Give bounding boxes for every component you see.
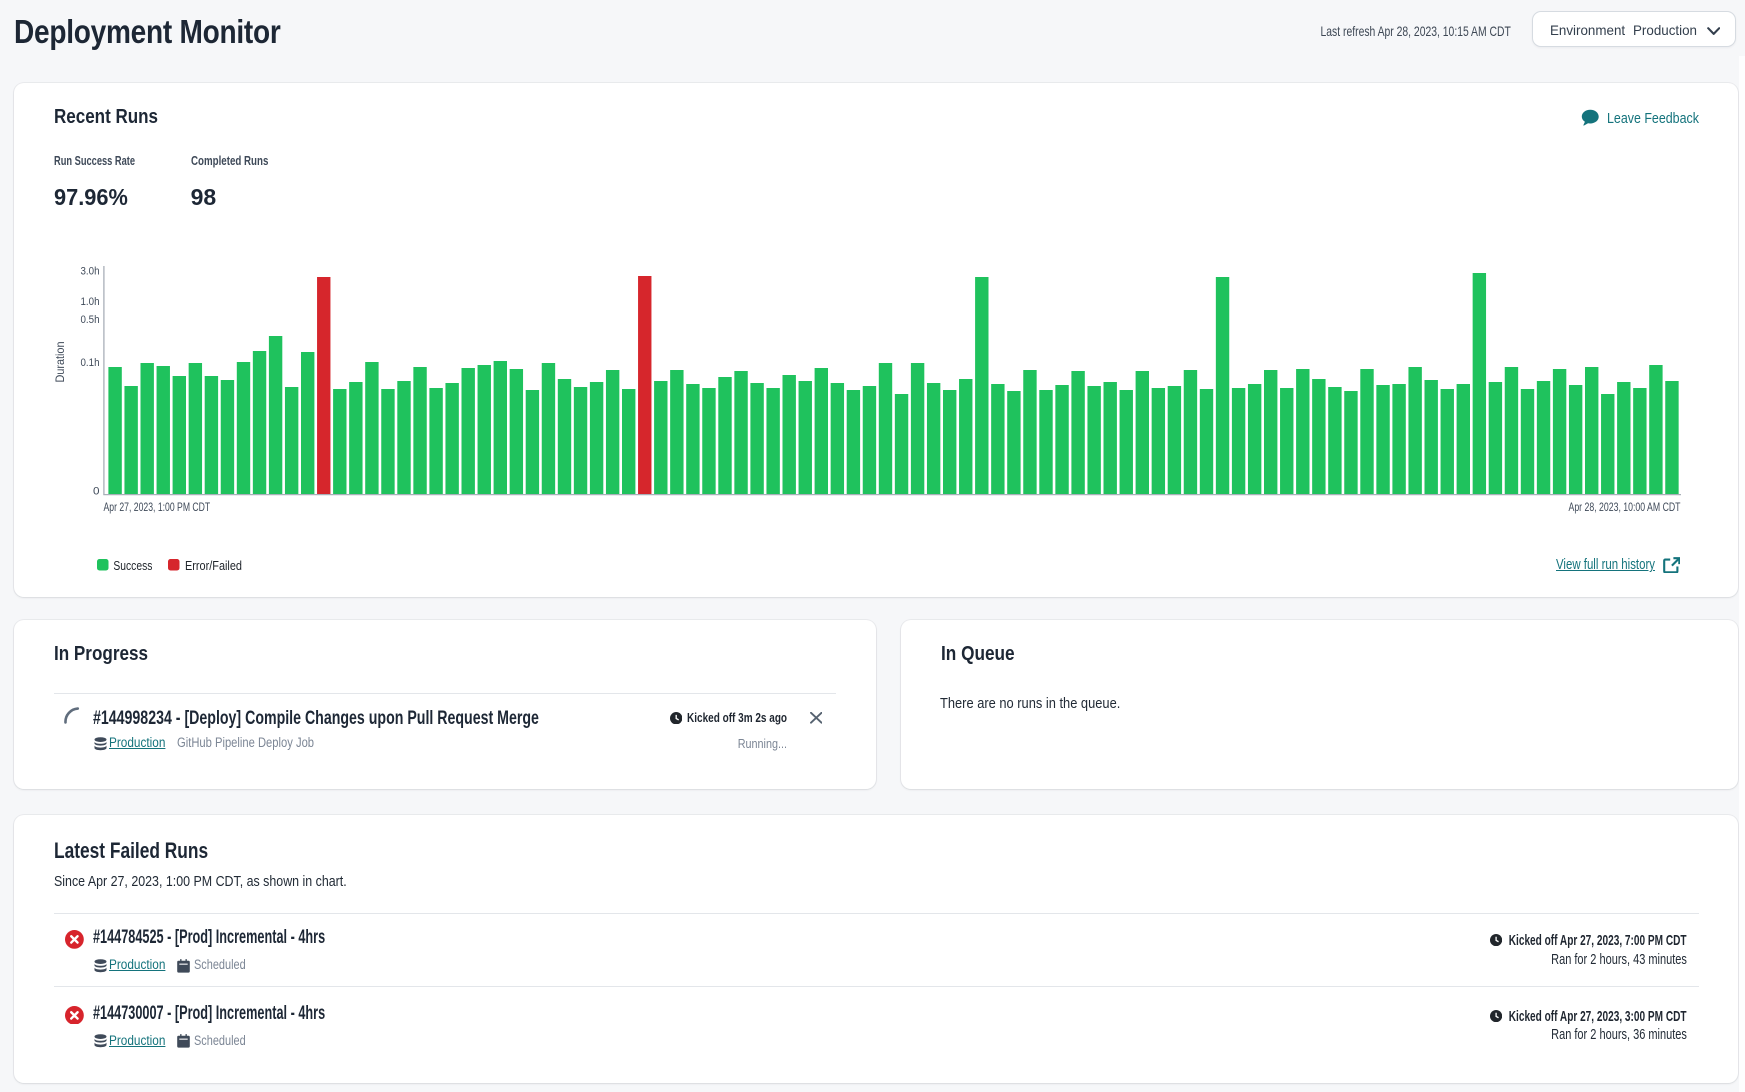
svg-text:Success: Success (113, 558, 152, 573)
svg-text:3.0h: 3.0h (81, 265, 100, 277)
svg-text:0.5h: 0.5h (81, 314, 100, 326)
svg-text:Apr 27, 2023, 1:00 PM CDT: Apr 27, 2023, 1:00 PM CDT (104, 500, 211, 514)
svg-text:Apr 28, 2023, 10:00 AM CDT: Apr 28, 2023, 10:00 AM CDT (1569, 500, 1681, 514)
svg-text:1.0h: 1.0h (81, 296, 100, 308)
svg-text:0.1h: 0.1h (81, 357, 100, 369)
svg-text:0: 0 (93, 485, 100, 497)
svg-text:Duration: Duration (53, 342, 67, 383)
svg-text:Error/Failed: Error/Failed (185, 558, 242, 573)
